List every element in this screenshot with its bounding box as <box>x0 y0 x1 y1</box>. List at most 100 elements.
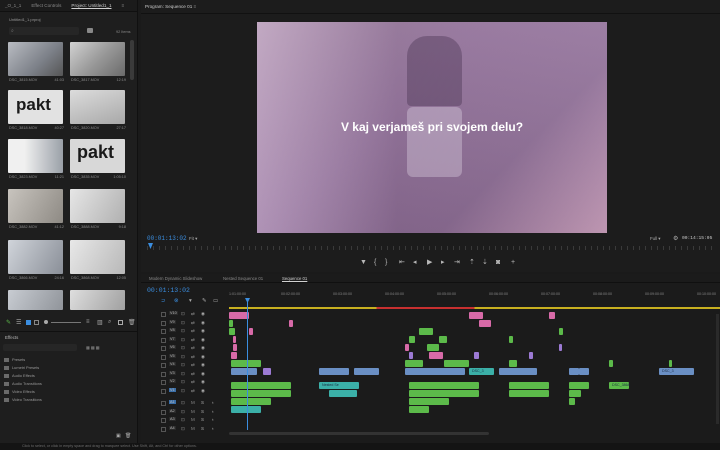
timeline-clip[interactable] <box>419 328 433 335</box>
timeline-clip[interactable] <box>233 336 236 343</box>
timeline-clip[interactable]: DSC_3 <box>469 368 494 375</box>
clip-thumbnail[interactable] <box>8 240 63 274</box>
track-target-icon[interactable] <box>161 320 166 326</box>
step-forward-icon[interactable]: ▸ <box>441 259 445 267</box>
play-icon[interactable]: ▶ <box>427 259 432 267</box>
effects-search-input[interactable] <box>3 344 77 351</box>
timeline-clip[interactable] <box>231 382 291 389</box>
eye-icon[interactable]: ◉ <box>201 371 205 377</box>
eye-icon[interactable]: ◉ <box>201 337 205 343</box>
timeline-clip[interactable] <box>499 368 537 375</box>
mark-in-icon[interactable]: { <box>374 259 376 267</box>
timeline-clip[interactable] <box>405 344 409 351</box>
scrollbar[interactable] <box>130 40 134 80</box>
mic-icon[interactable]: ♁ <box>211 426 214 431</box>
sync-icon[interactable]: ⇄ <box>191 320 195 326</box>
timeline-clip[interactable] <box>231 360 261 367</box>
go-to-in-icon[interactable]: ⇤ <box>399 259 405 267</box>
timeline-clip[interactable] <box>405 360 423 367</box>
timeline-clip[interactable] <box>669 360 672 367</box>
icon-view-icon[interactable] <box>26 320 31 325</box>
lock-icon[interactable]: ⊡ <box>181 311 185 317</box>
sync-icon[interactable]: ⇄ <box>191 345 195 351</box>
tab-audio-mixer[interactable]: _O_1_1 <box>0 3 26 8</box>
eye-icon[interactable]: ◉ <box>201 345 205 351</box>
solo-icon[interactable]: S <box>201 417 204 422</box>
mark-out-icon[interactable]: } <box>385 259 387 267</box>
sync-icon[interactable]: ⇄ <box>191 371 195 377</box>
timeline-clip[interactable] <box>469 312 483 319</box>
timeline-clip[interactable] <box>231 406 261 413</box>
wrench-icon[interactable]: ✎ <box>202 298 207 304</box>
timeline-clip[interactable] <box>529 352 533 359</box>
sync-icon[interactable]: ⇄ <box>191 388 195 394</box>
track-target-icon[interactable] <box>161 418 166 423</box>
mic-icon[interactable]: ♁ <box>211 409 214 414</box>
automate-icon[interactable]: ▥ <box>97 319 103 326</box>
export-frame-icon[interactable]: ◙ <box>496 259 500 267</box>
zoom-slider[interactable] <box>51 322 81 323</box>
lock-icon[interactable]: ⊡ <box>181 409 185 415</box>
lock-icon[interactable]: ⊡ <box>181 328 185 334</box>
lock-icon[interactable]: ⊡ <box>181 362 185 368</box>
mute-icon[interactable]: M <box>191 426 195 431</box>
clip-thumbnail[interactable] <box>70 189 125 223</box>
timeline-clip[interactable] <box>233 344 237 351</box>
track-target-icon[interactable] <box>161 363 166 368</box>
quality-dropdown[interactable]: Full ▾ <box>650 236 661 242</box>
timeline-clip[interactable] <box>231 390 291 397</box>
timeline-clip[interactable] <box>569 390 581 397</box>
tab-effect-controls[interactable]: Effect Controls <box>26 3 66 8</box>
timeline-clip[interactable] <box>405 368 465 375</box>
timeline-clip[interactable] <box>329 390 357 397</box>
timeline-clip[interactable] <box>354 368 379 375</box>
timeline-clip[interactable] <box>234 312 240 319</box>
sync-icon[interactable]: ⇄ <box>191 362 195 368</box>
eye-icon[interactable]: ◉ <box>201 328 205 334</box>
clip-thumbnail[interactable]: pakt <box>70 139 125 173</box>
timeline-clip[interactable] <box>549 312 555 319</box>
panel-menu-icon[interactable]: ≡ <box>117 3 130 8</box>
lock-icon[interactable]: ⊡ <box>181 345 185 351</box>
timeline-clip[interactable] <box>569 368 579 375</box>
timeline-clip[interactable] <box>429 352 443 359</box>
step-back-icon[interactable]: ◂ <box>413 259 417 267</box>
clip-thumbnail[interactable] <box>70 90 125 124</box>
tab-project[interactable]: Project: Untitled1_1 <box>66 3 116 8</box>
new-item-icon[interactable] <box>118 320 123 325</box>
track-target-icon[interactable] <box>161 409 166 415</box>
clip-thumbnail[interactable]: pakt <box>8 90 63 124</box>
lock-icon[interactable]: ⊡ <box>181 371 185 377</box>
timeline-clip[interactable] <box>409 398 449 405</box>
timeline-clip[interactable] <box>569 398 575 405</box>
playhead-line[interactable] <box>247 300 248 430</box>
effects-folder[interactable]: Lumetri Presets <box>4 364 42 372</box>
track-target-icon[interactable] <box>161 401 166 406</box>
eye-icon[interactable]: ◉ <box>201 388 205 394</box>
eye-icon[interactable]: ◉ <box>201 354 205 360</box>
mic-icon[interactable]: ♁ <box>211 417 214 422</box>
timeline-clip[interactable] <box>409 406 429 413</box>
sync-icon[interactable]: ⇄ <box>191 311 195 317</box>
timeline-clip[interactable] <box>579 368 589 375</box>
timeline-clip[interactable] <box>409 336 415 343</box>
search-input[interactable]: ⌕ <box>9 27 79 35</box>
tab-sequence-01[interactable]: Sequence 01 <box>282 276 307 281</box>
eye-icon[interactable]: ◉ <box>201 379 205 385</box>
sync-icon[interactable]: ⇄ <box>191 379 195 385</box>
effects-folder[interactable]: Video Transitions <box>4 396 42 404</box>
clip-thumbnail[interactable] <box>8 189 63 223</box>
horizontal-scrollbar[interactable] <box>229 432 489 435</box>
clip-thumbnail[interactable] <box>70 42 125 76</box>
timeline-clip[interactable] <box>509 336 513 343</box>
tab-modern-dynamic-slideshow[interactable]: Modern Dynamic Slideshow <box>149 276 202 281</box>
timeline-clip[interactable] <box>509 382 549 389</box>
snap-icon[interactable]: ⊃ <box>161 298 166 304</box>
sort-icon[interactable]: ≡ <box>86 319 90 325</box>
solo-icon[interactable]: S <box>201 426 204 431</box>
timeline-clip[interactable] <box>409 352 413 359</box>
timeline-clip[interactable] <box>249 328 253 335</box>
sync-icon[interactable]: ⇄ <box>191 337 195 343</box>
fit-dropdown[interactable]: Fit ▾ <box>189 236 197 242</box>
track-header[interactable]: V1 ⊡ ⇄ ◉ <box>141 387 229 397</box>
